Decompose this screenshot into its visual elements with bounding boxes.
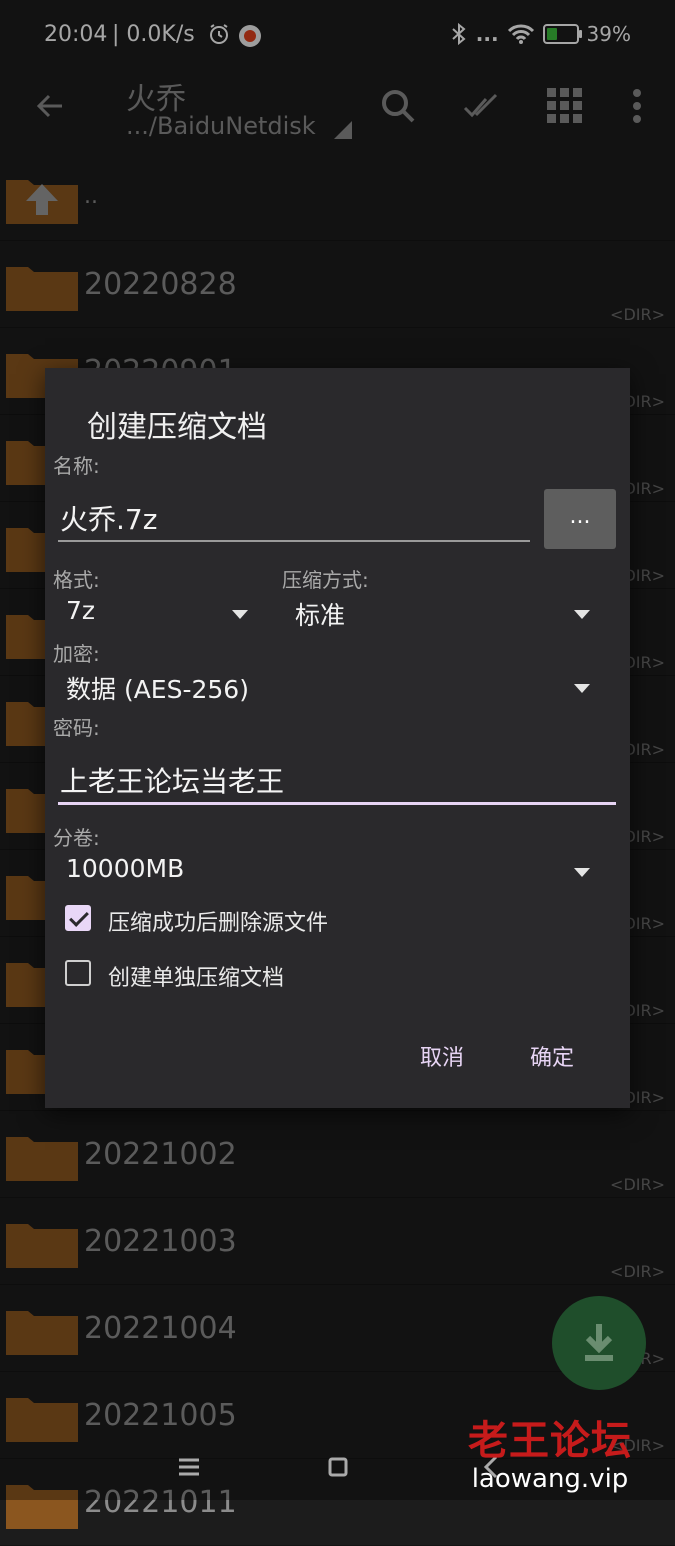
watermark-title: 老王论坛 [468, 1418, 632, 1464]
password-underline [58, 802, 616, 805]
recents-menu-icon[interactable] [174, 1452, 204, 1482]
password-input[interactable]: 上老王论坛当老王 [60, 760, 284, 800]
separate-archives-checkbox[interactable] [65, 960, 91, 986]
cancel-button[interactable]: 取消 [420, 1040, 464, 1072]
name-label: 名称: [53, 454, 100, 478]
encryption-dropdown-icon [574, 684, 590, 693]
browse-button[interactable]: ... [544, 489, 616, 549]
method-value: 标准 [295, 601, 346, 630]
format-select[interactable]: 7z [53, 594, 253, 634]
method-label: 压缩方式: [282, 568, 369, 592]
delete-source-checkbox[interactable] [65, 905, 91, 931]
encryption-select[interactable]: 数据 (AES-256) [53, 668, 602, 708]
format-value: 7z [66, 596, 96, 625]
volume-dropdown-icon [574, 868, 590, 877]
download-fab[interactable] [552, 1296, 646, 1390]
volume-label: 分卷: [53, 826, 100, 850]
separate-archives-label[interactable]: 创建单独压缩文档 [108, 960, 284, 992]
watermark: 老王论坛 laowang.vip [468, 1408, 632, 1494]
encryption-value: 数据 (AES-256) [66, 675, 249, 704]
create-archive-dialog: 创建压缩文档 名称: 火乔.7z ... 格式: 7z 压缩方式: 标准 加密:… [45, 368, 630, 1108]
watermark-url: laowang.vip [471, 1464, 629, 1494]
delete-source-label[interactable]: 压缩成功后删除源文件 [108, 905, 328, 937]
home-square-icon[interactable] [323, 1452, 353, 1482]
format-label: 格式: [53, 568, 100, 592]
name-underline [58, 540, 530, 542]
ok-button[interactable]: 确定 [530, 1040, 574, 1072]
method-select[interactable]: 标准 [282, 594, 602, 634]
dialog-title: 创建压缩文档 [87, 410, 267, 445]
volume-value: 10000MB [66, 854, 185, 883]
encryption-label: 加密: [53, 642, 100, 666]
format-dropdown-icon [232, 610, 248, 619]
archive-name-input[interactable]: 火乔.7z [60, 498, 157, 538]
volume-select[interactable]: 10000MB [53, 852, 602, 892]
download-icon [585, 1324, 613, 1361]
method-dropdown-icon [574, 610, 590, 619]
password-label: 密码: [53, 716, 100, 740]
